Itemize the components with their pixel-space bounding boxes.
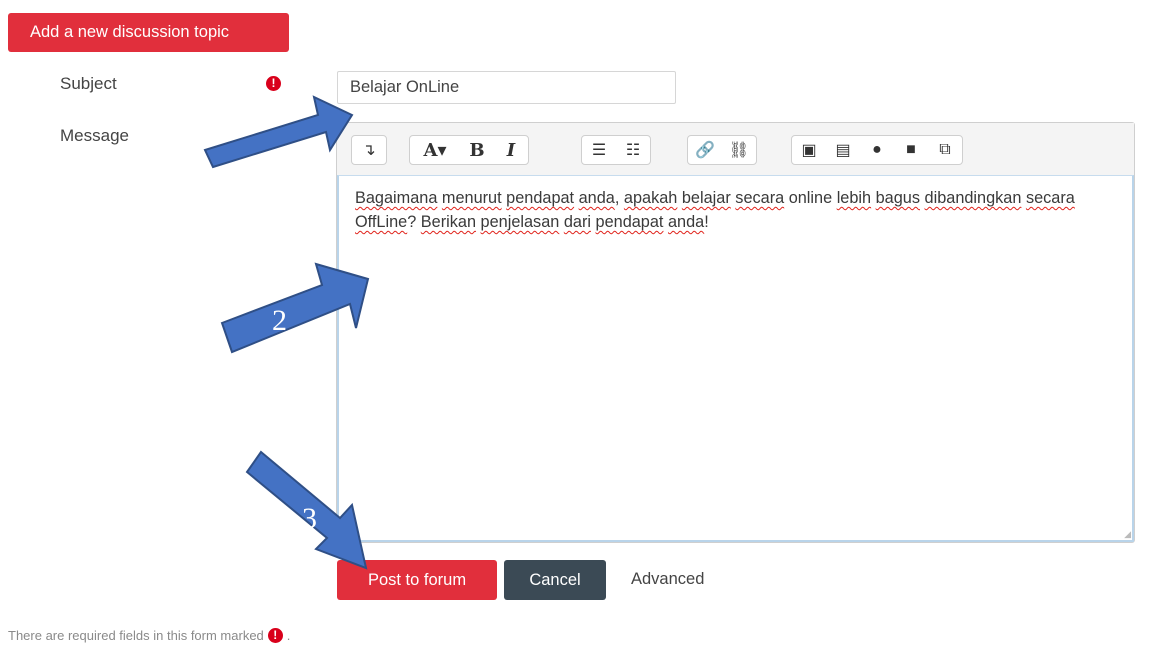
annotation-arrows: 1 2 3 [203,95,370,570]
annotation-arrow-1: 1 [203,95,354,189]
annotation-arrow-2: 2 [220,262,370,354]
annotation-arrow-3: 3 [245,450,368,570]
arrow-3-label: 3 [302,502,317,535]
arrow-2-label: 2 [272,304,287,337]
arrow-1-label: 1 [238,156,253,189]
